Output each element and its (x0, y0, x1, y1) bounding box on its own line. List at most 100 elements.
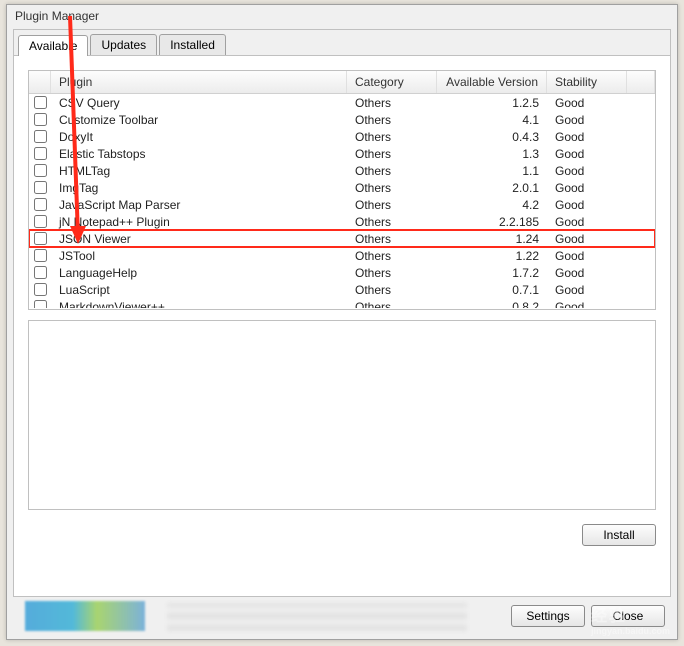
plugin-stability: Good (547, 96, 627, 110)
plugin-checkbox[interactable] (34, 147, 47, 160)
install-row: Install (28, 520, 656, 550)
plugin-stability: Good (547, 249, 627, 263)
plugin-name: DoxyIt (51, 130, 347, 144)
table-row[interactable]: DoxyItOthers0.4.3Good (29, 128, 655, 145)
plugin-version: 2.2.185 (437, 215, 547, 229)
plugin-name: JSON Viewer (51, 232, 347, 246)
plugin-checkbox[interactable] (34, 198, 47, 211)
table-row[interactable]: JavaScript Map ParserOthers4.2Good (29, 196, 655, 213)
plugin-category: Others (347, 300, 437, 309)
col-stability[interactable]: Stability (547, 71, 627, 93)
tab-installed[interactable]: Installed (159, 34, 226, 55)
list-body[interactable]: CSV QueryOthers1.2.5GoodCustomize Toolba… (29, 94, 655, 308)
plugin-category: Others (347, 96, 437, 110)
table-row[interactable]: LanguageHelpOthers1.7.2Good (29, 264, 655, 281)
titlebar: Plugin Manager (7, 5, 677, 27)
plugin-category: Others (347, 232, 437, 246)
col-checkbox[interactable] (29, 71, 51, 93)
plugin-checkbox[interactable] (34, 249, 47, 262)
list-header: Plugin Category Available Version Stabil… (29, 71, 655, 94)
plugin-version: 0.7.1 (437, 283, 547, 297)
table-row[interactable]: JSToolOthers1.22Good (29, 247, 655, 264)
tab-strip: Available Updates Installed (14, 30, 670, 56)
plugin-category: Others (347, 198, 437, 212)
plugin-version: 1.3 (437, 147, 547, 161)
plugin-version: 0.8.2 (437, 300, 547, 309)
plugin-category: Others (347, 266, 437, 280)
plugin-name: jN Notepad++ Plugin (51, 215, 347, 229)
plugin-category: Others (347, 181, 437, 195)
plugin-stability: Good (547, 130, 627, 144)
text-blur (167, 603, 467, 631)
plugin-name: LanguageHelp (51, 266, 347, 280)
table-row[interactable]: JSON ViewerOthers1.24Good (29, 230, 655, 247)
plugin-category: Others (347, 283, 437, 297)
plugin-version: 1.7.2 (437, 266, 547, 280)
plugin-checkbox[interactable] (34, 266, 47, 279)
settings-button[interactable]: Settings (511, 605, 585, 627)
table-row[interactable]: HTMLTagOthers1.1Good (29, 162, 655, 179)
client-area: Available Updates Installed Plugin Categ… (13, 29, 671, 597)
plugin-name: Customize Toolbar (51, 113, 347, 127)
install-button[interactable]: Install (582, 524, 656, 546)
plugin-stability: Good (547, 266, 627, 280)
plugin-checkbox[interactable] (34, 300, 47, 308)
plugin-checkbox[interactable] (34, 113, 47, 126)
plugin-stability: Good (547, 147, 627, 161)
logo-blur (25, 601, 145, 631)
plugin-name: ImgTag (51, 181, 347, 195)
plugin-version: 1.24 (437, 232, 547, 246)
plugin-name: MarkdownViewer++ (51, 300, 347, 309)
window-title: Plugin Manager (15, 9, 99, 23)
col-category[interactable]: Category (347, 71, 437, 93)
table-row[interactable]: LuaScriptOthers0.7.1Good (29, 281, 655, 298)
plugin-stability: Good (547, 215, 627, 229)
plugin-category: Others (347, 164, 437, 178)
col-version[interactable]: Available Version (437, 71, 547, 93)
table-row[interactable]: jN Notepad++ PluginOthers2.2.185Good (29, 213, 655, 230)
plugin-version: 1.2.5 (437, 96, 547, 110)
table-row[interactable]: ImgTagOthers2.0.1Good (29, 179, 655, 196)
plugin-checkbox[interactable] (34, 181, 47, 194)
plugin-category: Others (347, 249, 437, 263)
plugin-checkbox[interactable] (34, 130, 47, 143)
plugin-name: LuaScript (51, 283, 347, 297)
tab-updates[interactable]: Updates (90, 34, 157, 55)
plugin-version: 0.4.3 (437, 130, 547, 144)
plugin-stability: Good (547, 113, 627, 127)
plugin-checkbox[interactable] (34, 164, 47, 177)
plugin-list: Plugin Category Available Version Stabil… (28, 70, 656, 310)
plugin-category: Others (347, 147, 437, 161)
plugin-stability: Good (547, 300, 627, 309)
plugin-checkbox[interactable] (34, 96, 47, 109)
plugin-name: CSV Query (51, 96, 347, 110)
table-row[interactable]: Customize ToolbarOthers4.1Good (29, 111, 655, 128)
col-plugin[interactable]: Plugin (51, 71, 347, 93)
plugin-stability: Good (547, 283, 627, 297)
plugin-version: 2.0.1 (437, 181, 547, 195)
plugin-name: JSTool (51, 249, 347, 263)
plugin-checkbox[interactable] (34, 232, 47, 245)
plugin-category: Others (347, 113, 437, 127)
plugin-version: 4.2 (437, 198, 547, 212)
plugin-checkbox[interactable] (34, 215, 47, 228)
plugin-version: 1.1 (437, 164, 547, 178)
plugin-category: Others (347, 130, 437, 144)
close-button[interactable]: Close (591, 605, 665, 627)
plugin-name: HTMLTag (51, 164, 347, 178)
plugin-checkbox[interactable] (34, 283, 47, 296)
plugin-stability: Good (547, 164, 627, 178)
plugin-name: Elastic Tabstops (51, 147, 347, 161)
plugin-manager-window: Plugin Manager Available Updates Install… (6, 4, 678, 640)
plugin-stability: Good (547, 181, 627, 195)
plugin-version: 1.22 (437, 249, 547, 263)
plugin-stability: Good (547, 232, 627, 246)
table-row[interactable]: MarkdownViewer++Others0.8.2Good (29, 298, 655, 308)
plugin-stability: Good (547, 198, 627, 212)
table-row[interactable]: Elastic TabstopsOthers1.3Good (29, 145, 655, 162)
plugin-version: 4.1 (437, 113, 547, 127)
plugin-name: JavaScript Map Parser (51, 198, 347, 212)
tab-available[interactable]: Available (18, 35, 88, 56)
table-row[interactable]: CSV QueryOthers1.2.5Good (29, 94, 655, 111)
description-panel (28, 320, 656, 510)
